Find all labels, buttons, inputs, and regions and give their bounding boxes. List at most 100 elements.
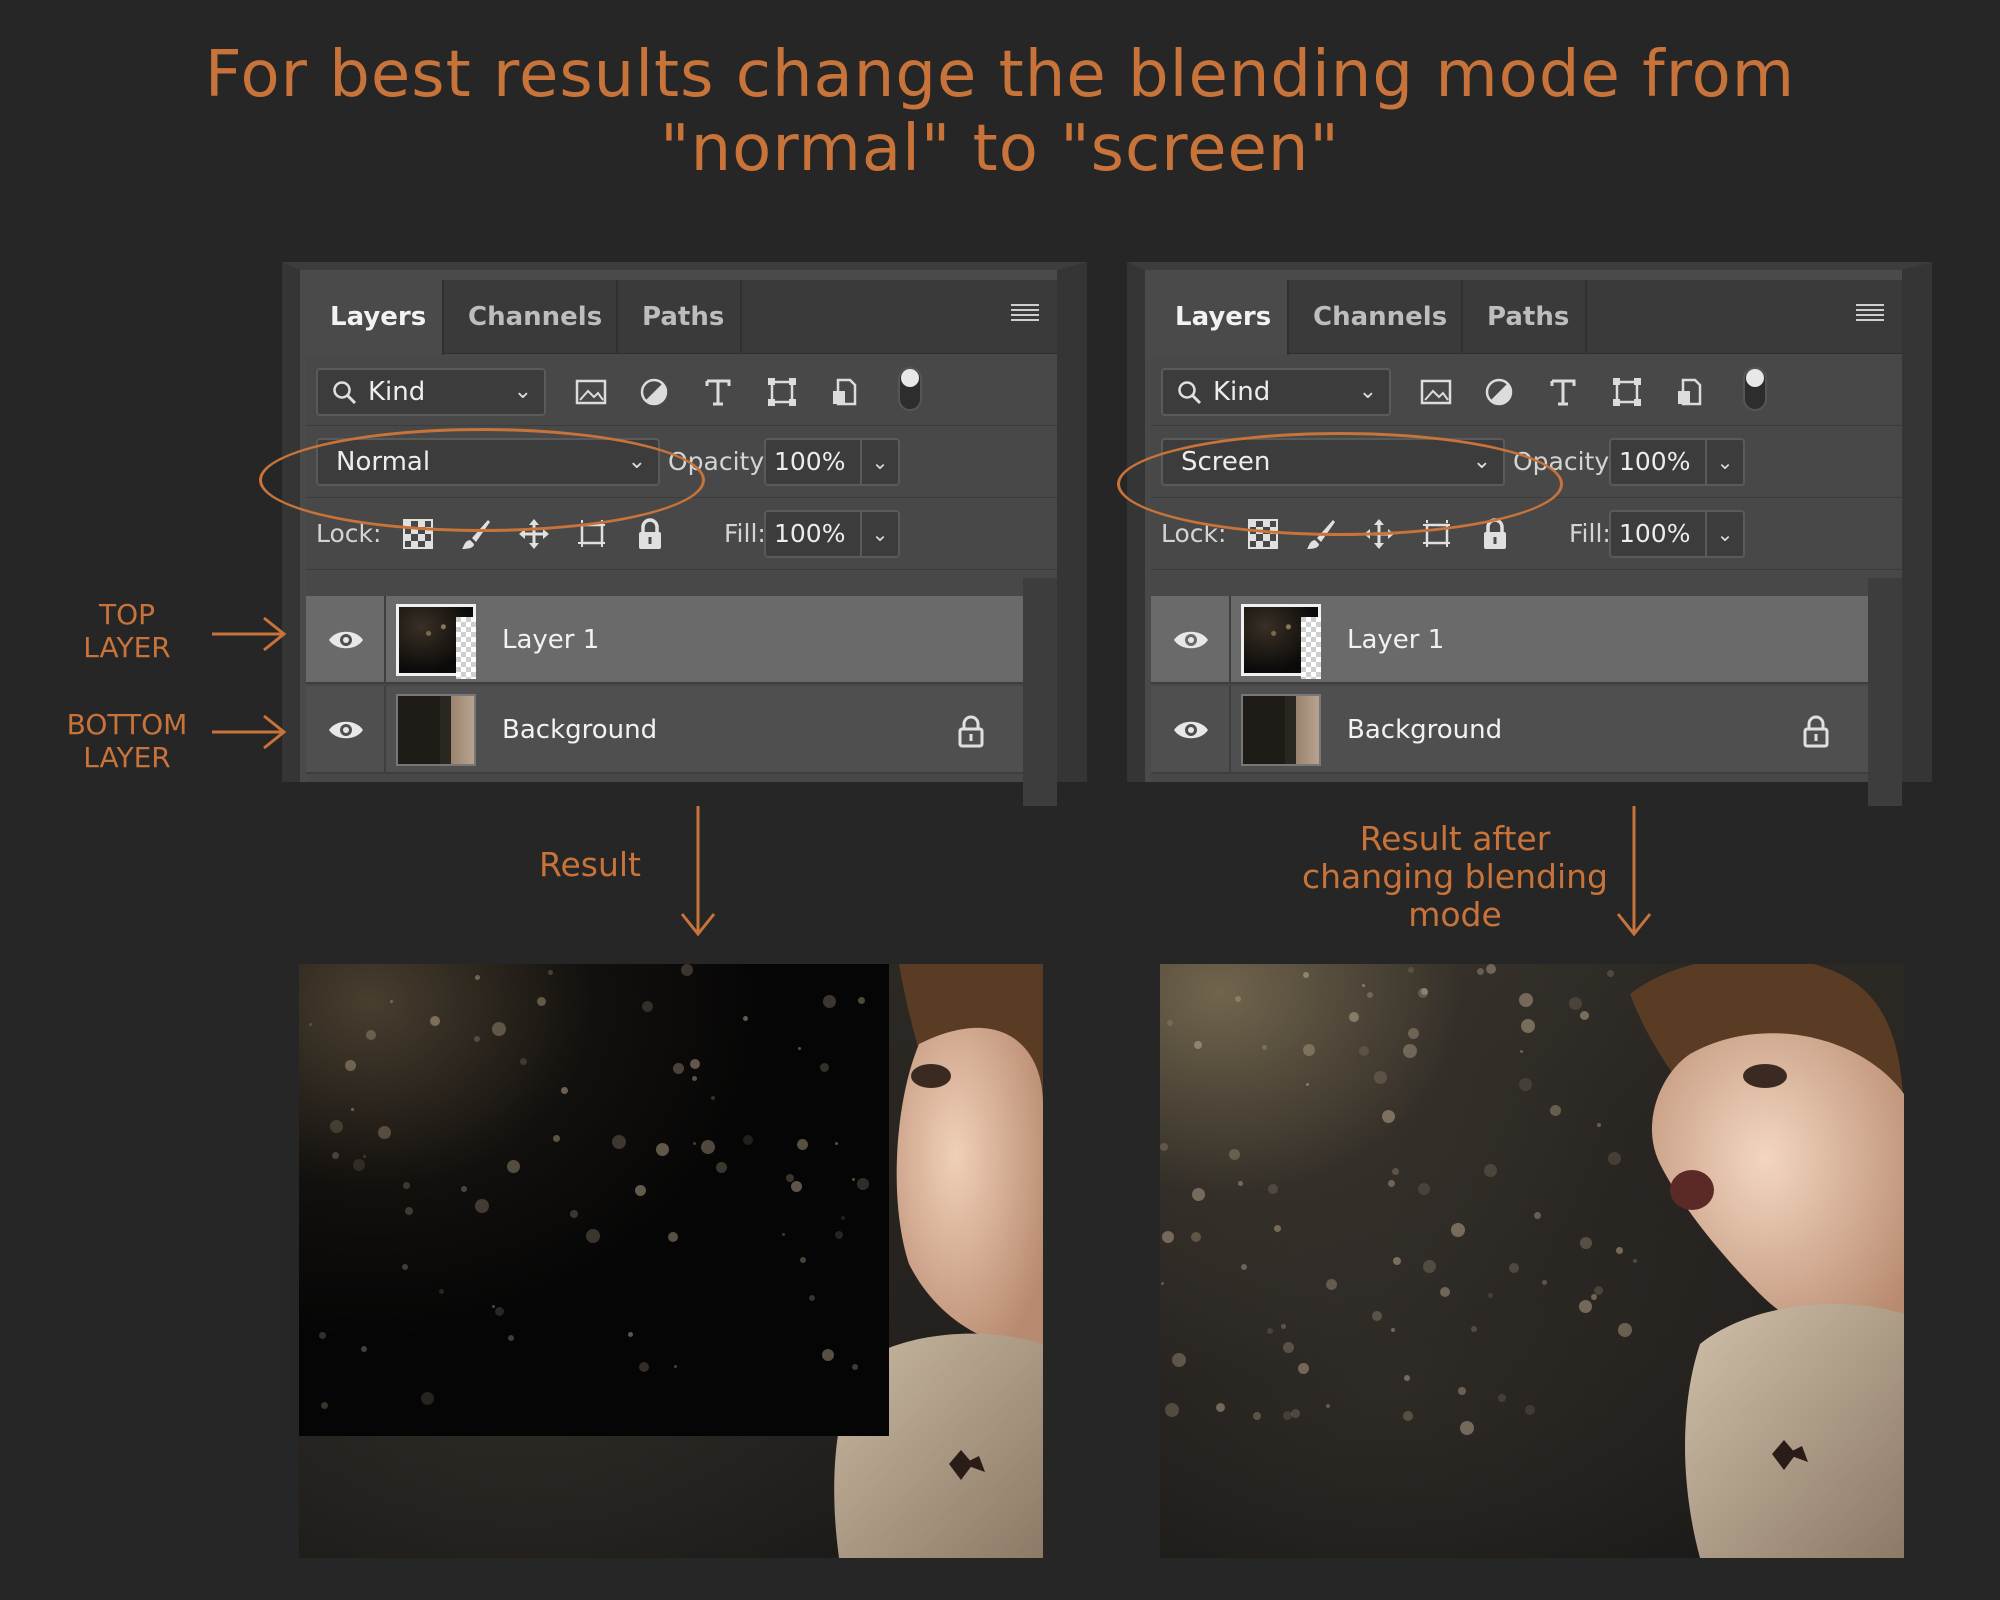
panel-tabbar: Layers Channels Paths	[306, 280, 1057, 355]
fill-chevron-icon[interactable]: ⌄	[1707, 510, 1745, 558]
bokeh-sparkle	[1283, 1411, 1292, 1420]
tab-channels[interactable]: Channels	[444, 280, 618, 354]
bokeh-sparkle	[809, 1295, 815, 1301]
filter-kind-dropdown[interactable]: Kind ⌄	[1161, 368, 1391, 416]
visibility-eye-icon[interactable]	[1171, 710, 1211, 750]
bokeh-sparkle	[1303, 1044, 1315, 1056]
arrow-down-icon	[1616, 806, 1652, 937]
fill-input[interactable]: 100%	[1609, 510, 1707, 558]
panel-menu-icon[interactable]	[1856, 304, 1884, 322]
visibility-eye-icon[interactable]	[1171, 620, 1211, 660]
bokeh-sparkle	[1162, 1231, 1174, 1243]
bokeh-sparkle	[475, 1199, 489, 1213]
smart-object-filter-icon[interactable]	[824, 372, 864, 412]
image-filter-icon[interactable]	[1416, 372, 1456, 412]
type-filter-icon[interactable]	[1543, 372, 1583, 412]
layer-name[interactable]: Layer 1	[502, 596, 599, 684]
filter-row: Kind ⌄	[306, 354, 1057, 426]
chevron-down-icon: ⌄	[1358, 379, 1377, 404]
bokeh-sparkle	[586, 1229, 600, 1243]
result-image-screen	[1160, 964, 1904, 1558]
bokeh-sparkle	[353, 1159, 365, 1171]
bokeh-sparkle	[1521, 1019, 1535, 1033]
filter-kind-dropdown[interactable]: Kind ⌄	[316, 368, 546, 416]
opacity-chevron-icon[interactable]: ⌄	[862, 438, 900, 486]
bokeh-sparkle	[1486, 964, 1496, 974]
layer-name[interactable]: Layer 1	[1347, 596, 1444, 684]
bokeh-sparkle	[1326, 1404, 1330, 1408]
bokeh-sparkle	[1403, 1411, 1413, 1421]
image-filter-icon[interactable]	[571, 372, 611, 412]
bokeh-sparkle	[681, 964, 693, 976]
bokeh-sparkle	[1238, 1181, 1243, 1186]
adjustment-filter-icon[interactable]	[634, 372, 674, 412]
bokeh-sparkle	[1172, 1353, 1186, 1367]
type-filter-icon[interactable]	[698, 372, 738, 412]
bokeh-sparkle	[1569, 997, 1582, 1010]
bokeh-sparkle	[1253, 1412, 1261, 1420]
search-icon	[333, 381, 357, 405]
shape-filter-icon[interactable]	[1607, 372, 1647, 412]
bokeh-sparkle	[674, 1365, 677, 1368]
fill-chevron-icon[interactable]: ⌄	[862, 510, 900, 558]
bokeh-sparkle	[1326, 1279, 1337, 1290]
bokeh-sparkle	[693, 1142, 696, 1145]
visibility-eye-icon[interactable]	[326, 620, 366, 660]
shape-filter-icon[interactable]	[762, 372, 802, 412]
panel-scrollbar[interactable]	[1868, 578, 1902, 806]
bokeh-sparkle	[692, 1076, 697, 1081]
bokeh-sparkle	[1393, 1257, 1401, 1265]
tab-paths[interactable]: Paths	[1463, 280, 1587, 354]
bokeh-sparkle	[1509, 1263, 1519, 1273]
layer-name[interactable]: Background	[1347, 686, 1502, 774]
panel-scrollbar[interactable]	[1023, 578, 1057, 806]
layer-row-background[interactable]: Background	[1151, 686, 1869, 774]
bokeh-sparkle	[841, 1216, 845, 1220]
top-layer-line-2: LAYER	[83, 631, 171, 664]
bokeh-sparkle	[363, 1155, 366, 1158]
bokeh-sparkle	[835, 1142, 838, 1145]
layer-name[interactable]: Background	[502, 686, 657, 774]
bokeh-sparkle	[1519, 1078, 1532, 1091]
layer-row-layer-1[interactable]: Layer 1	[306, 596, 1024, 684]
bokeh-sparkle	[1591, 1294, 1597, 1300]
bokeh-sparkle	[495, 1307, 504, 1316]
tab-layers[interactable]: Layers	[1151, 280, 1289, 355]
bokeh-sparkle	[1408, 1028, 1419, 1039]
opacity-input[interactable]: 100%	[1609, 438, 1707, 486]
adjustment-filter-icon[interactable]	[1479, 372, 1519, 412]
lock-all-icon[interactable]	[632, 516, 668, 552]
layer-row-layer-1[interactable]: Layer 1	[1151, 596, 1869, 684]
bokeh-sparkle	[378, 1126, 391, 1139]
bokeh-sparkle	[1580, 1011, 1589, 1020]
filter-toggle-icon[interactable]	[890, 362, 930, 416]
visibility-eye-icon[interactable]	[326, 710, 366, 750]
bokeh-sparkle	[553, 1135, 560, 1142]
panel-menu-icon[interactable]	[1011, 304, 1039, 322]
bokeh-sparkle	[319, 1332, 326, 1339]
opacity-input[interactable]: 100%	[764, 438, 862, 486]
result-after-caption: Result after changing blending mode	[1280, 820, 1630, 934]
bokeh-sparkle	[492, 1022, 506, 1036]
highlight-oval-normal	[259, 428, 705, 532]
layer-lock-icon	[958, 715, 984, 748]
tab-layers[interactable]: Layers	[306, 280, 444, 355]
bokeh-sparkle	[656, 1143, 669, 1156]
bokeh-sparkle	[1229, 1149, 1240, 1160]
layer-row-background[interactable]: Background	[306, 686, 1024, 774]
bokeh-sparkle	[835, 1231, 843, 1239]
tab-channels[interactable]: Channels	[1289, 280, 1463, 354]
bokeh-sparkle	[1194, 1041, 1202, 1049]
bokeh-sparkle	[1306, 1083, 1309, 1086]
layer-thumbnail-bokeh	[1241, 604, 1321, 679]
opacity-chevron-icon[interactable]: ⌄	[1707, 438, 1745, 486]
bokeh-sparkle	[858, 997, 865, 1004]
bokeh-sparkle	[1216, 1403, 1225, 1412]
smart-object-filter-icon[interactable]	[1669, 372, 1709, 412]
bokeh-sparkle	[1274, 1225, 1281, 1232]
bokeh-sparkle	[822, 1349, 834, 1361]
filter-toggle-icon[interactable]	[1735, 362, 1775, 416]
bokeh-sparkle	[475, 975, 480, 980]
tab-paths[interactable]: Paths	[618, 280, 742, 354]
fill-input[interactable]: 100%	[764, 510, 862, 558]
